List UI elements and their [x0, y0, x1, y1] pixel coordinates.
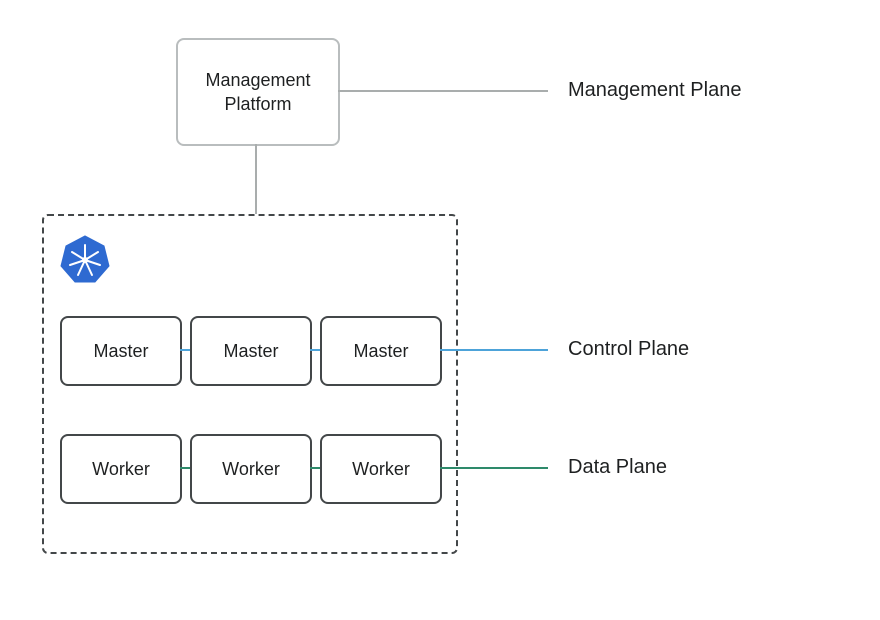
master-node-2-label: Master	[223, 341, 278, 362]
worker-node-3-label: Worker	[352, 459, 410, 480]
label-management-plane: Management Plane	[568, 79, 741, 102]
label-data-plane: Data Plane	[568, 456, 667, 479]
connector-master-1-2	[180, 349, 190, 351]
worker-node-2: Worker	[190, 434, 312, 504]
diagram-canvas: { "management_platform": { "label": "Man…	[0, 0, 880, 620]
kubernetes-icon	[60, 234, 110, 289]
worker-node-2-label: Worker	[222, 459, 280, 480]
worker-node-3: Worker	[320, 434, 442, 504]
master-node-1: Master	[60, 316, 182, 386]
worker-node-1: Worker	[60, 434, 182, 504]
label-control-plane: Control Plane	[568, 338, 689, 361]
worker-node-1-label: Worker	[92, 459, 150, 480]
connector-data-plane	[440, 467, 548, 469]
master-node-3-label: Master	[353, 341, 408, 362]
master-node-3: Master	[320, 316, 442, 386]
management-platform-box: ManagementPlatform	[176, 38, 340, 146]
management-platform-label: ManagementPlatform	[205, 68, 310, 117]
connector-worker-2-3	[310, 467, 320, 469]
connector-master-2-3	[310, 349, 320, 351]
connector-control-plane	[440, 349, 548, 351]
master-node-1-label: Master	[93, 341, 148, 362]
master-node-2: Master	[190, 316, 312, 386]
connector-worker-1-2	[180, 467, 190, 469]
connector-mgmt-to-cluster	[255, 144, 257, 214]
connector-management-plane	[338, 90, 548, 92]
